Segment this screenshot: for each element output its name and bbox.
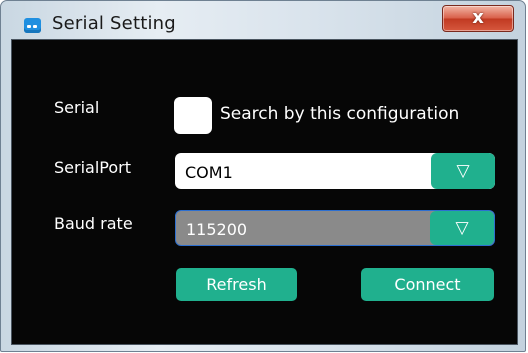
- title-bar[interactable]: Serial Setting x: [1, 1, 525, 37]
- search-config-checkbox[interactable]: [174, 97, 212, 134]
- connect-button[interactable]: Connect: [361, 268, 494, 301]
- app-icon: [24, 18, 41, 33]
- serialport-dropdown[interactable]: COM1 ▽: [175, 153, 495, 189]
- baud-rate-label: Baud rate: [54, 214, 133, 233]
- refresh-button[interactable]: Refresh: [176, 268, 297, 301]
- baud-rate-dropdown[interactable]: 115200 ▽: [175, 210, 495, 246]
- serial-label: Serial: [54, 98, 100, 117]
- serialport-label: SerialPort: [54, 158, 131, 177]
- close-button[interactable]: x: [442, 5, 514, 32]
- dropdown-arrow-icon[interactable]: ▽: [430, 211, 494, 245]
- search-config-label[interactable]: Search by this configuration: [220, 104, 459, 124]
- close-icon: x: [472, 7, 484, 28]
- baud-rate-value: 115200: [186, 220, 248, 239]
- serialport-value: COM1: [185, 163, 233, 182]
- window-title: Serial Setting: [52, 13, 176, 34]
- dropdown-arrow-icon[interactable]: ▽: [431, 153, 495, 189]
